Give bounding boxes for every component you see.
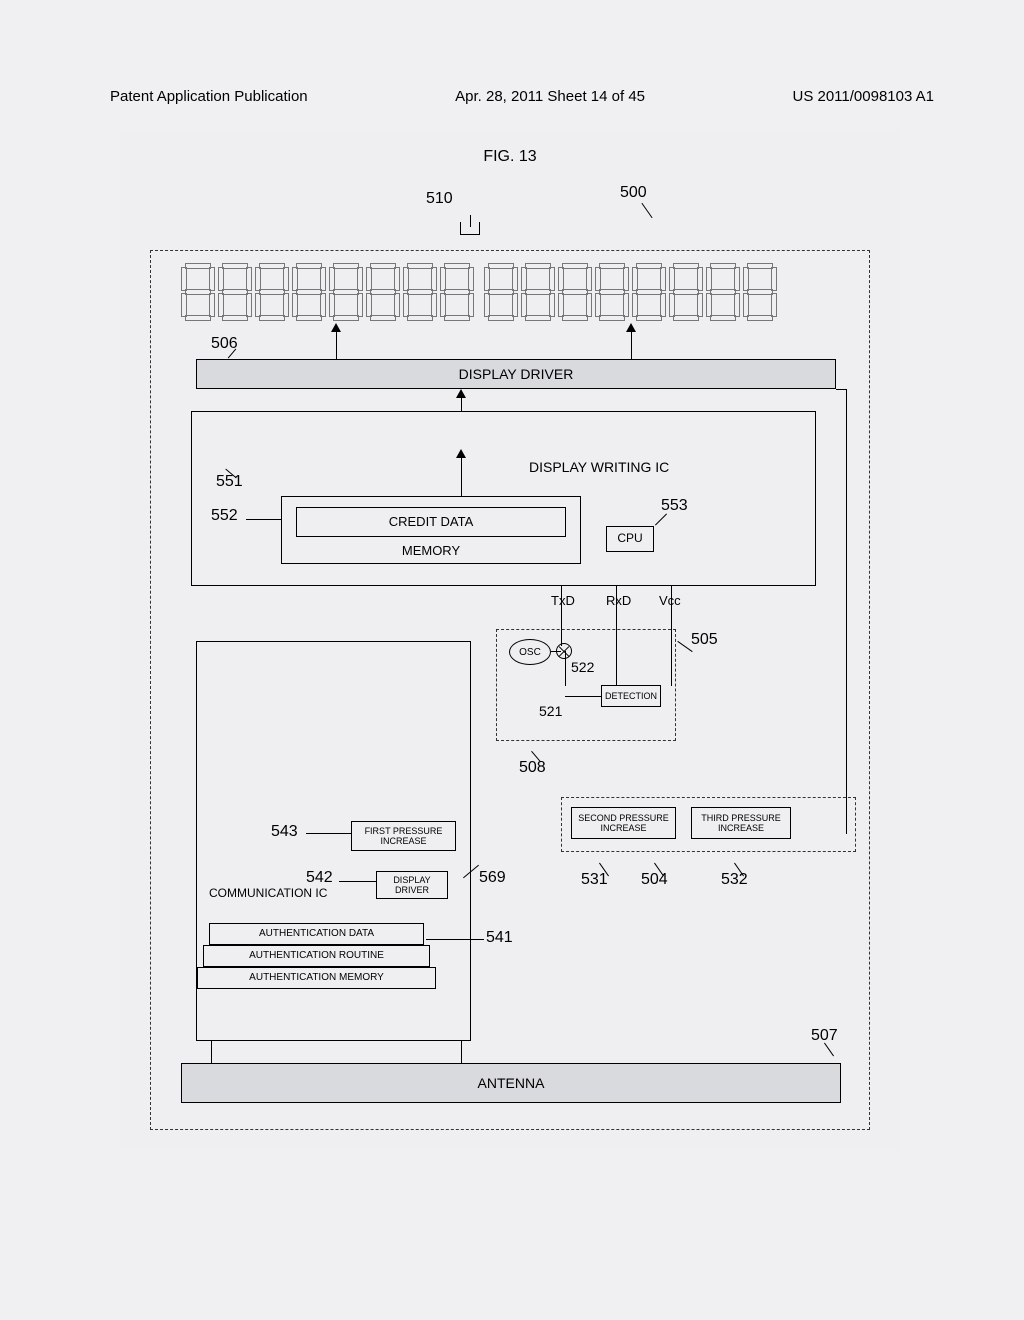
- digit: [484, 263, 518, 321]
- digit: [181, 263, 215, 321]
- auth-data-block: AUTHENTICATION DATA: [209, 923, 424, 945]
- display-driver-small-block: DISPLAY DRIVER: [376, 871, 448, 899]
- page-header: Patent Application Publication Apr. 28, …: [110, 88, 934, 105]
- line: [461, 1041, 462, 1063]
- credit-data-block: CREDIT DATA: [296, 507, 566, 537]
- ref-531: 531: [581, 871, 608, 889]
- memory-label: MEMORY: [402, 544, 460, 559]
- ref-551: 551: [216, 473, 243, 491]
- arrow-up-icon: [626, 323, 636, 332]
- txd-label: TxD: [551, 593, 575, 608]
- digit: [403, 263, 437, 321]
- header-left: Patent Application Publication: [110, 88, 308, 105]
- ref-553: 553: [661, 497, 688, 515]
- rxd-label: RxD: [606, 593, 631, 608]
- ref-521: 521: [539, 703, 562, 719]
- digit-group-right: [484, 263, 777, 323]
- ref-569: 569: [479, 869, 506, 887]
- digit: [255, 263, 289, 321]
- first-pressure-block: FIRST PRESSURE INCREASE: [351, 821, 456, 851]
- digit: [669, 263, 703, 321]
- leader-542: [339, 881, 376, 882]
- leader-541: [426, 939, 484, 940]
- digit: [329, 263, 363, 321]
- digit: [706, 263, 740, 321]
- line: [551, 651, 561, 652]
- leader-543: [306, 833, 351, 834]
- line: [565, 651, 566, 686]
- display-driver-block: DISPLAY DRIVER: [196, 359, 836, 389]
- cpu-block: CPU: [606, 526, 654, 552]
- digit: [743, 263, 777, 321]
- detection-block: DETECTION: [601, 685, 661, 707]
- digit: [521, 263, 555, 321]
- figure-title: FIG. 13: [120, 148, 900, 166]
- osc-icon: OSC: [509, 639, 551, 665]
- communication-ic-label: COMMUNICATION IC: [209, 887, 327, 900]
- ref-532: 532: [721, 871, 748, 889]
- ref-542: 542: [306, 869, 333, 887]
- digit-group-left: [181, 263, 474, 323]
- ref-522: 522: [571, 659, 594, 675]
- digit: [218, 263, 252, 321]
- leader-500: [641, 203, 652, 218]
- leader-552: [246, 519, 281, 520]
- third-pressure-block: THIRD PRESSURE INCREASE: [691, 807, 791, 839]
- page: Patent Application Publication Apr. 28, …: [0, 0, 1024, 1320]
- device-outline: 506 DISPLAY DRIVER DISPLAY CONTROLLER DI…: [150, 250, 870, 1130]
- ref-552: 552: [211, 507, 238, 525]
- vcc-label: Vcc: [659, 593, 681, 608]
- leader-510: [460, 215, 480, 235]
- digit: [292, 263, 326, 321]
- arrow-up-icon: [331, 323, 341, 332]
- header-center: Apr. 28, 2011 Sheet 14 of 45: [455, 88, 645, 105]
- figure-area: FIG. 13 510 500: [120, 130, 900, 1150]
- ref-508: 508: [519, 759, 546, 777]
- digit: [632, 263, 666, 321]
- auth-routine-block: AUTHENTICATION ROUTINE: [203, 945, 430, 967]
- ref-543: 543: [271, 823, 298, 841]
- display-writing-ic-label: DISPLAY WRITING IC: [529, 459, 669, 475]
- digit: [440, 263, 474, 321]
- display-row: [181, 263, 849, 323]
- line: [211, 1041, 212, 1063]
- ref-510: 510: [426, 190, 453, 208]
- ref-500: 500: [620, 184, 647, 202]
- line: [565, 696, 601, 697]
- header-right: US 2011/0098103 A1: [792, 88, 934, 105]
- line: [836, 389, 846, 390]
- digit: [595, 263, 629, 321]
- ref-505: 505: [691, 631, 718, 649]
- line: [846, 389, 847, 834]
- second-pressure-block: SECOND PRESSURE INCREASE: [571, 807, 676, 839]
- ref-504: 504: [641, 871, 668, 889]
- arrow-up-icon: [456, 389, 466, 398]
- antenna-block: ANTENNA: [181, 1063, 841, 1103]
- digit: [366, 263, 400, 321]
- auth-memory-block: AUTHENTICATION MEMORY: [197, 967, 436, 989]
- ref-541: 541: [486, 929, 513, 947]
- arrow-up-icon: [456, 449, 466, 458]
- digit: [558, 263, 592, 321]
